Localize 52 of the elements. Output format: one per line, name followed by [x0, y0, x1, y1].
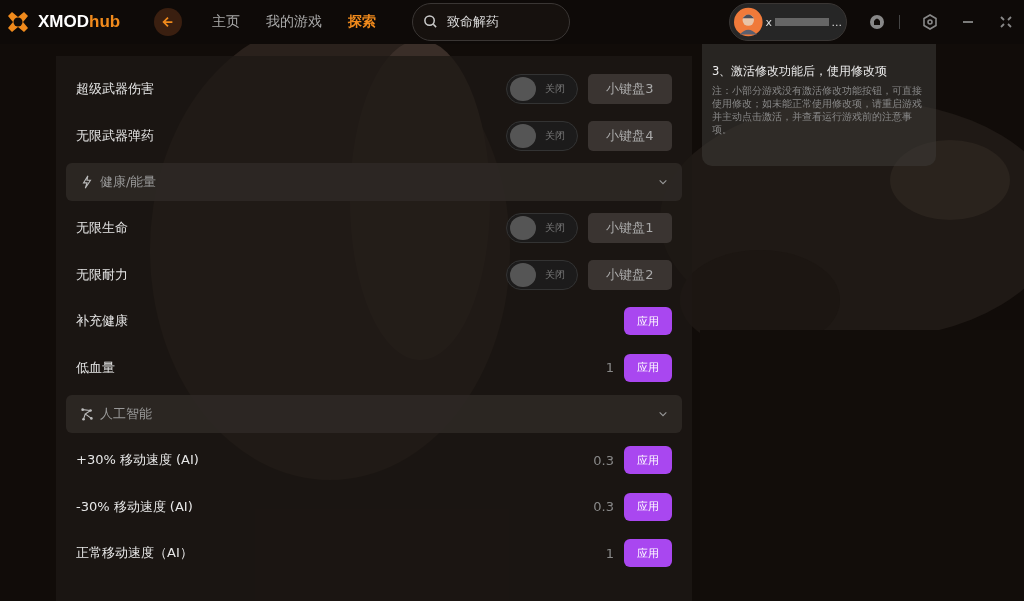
user-chip[interactable]: x ...: [729, 3, 847, 41]
back-button[interactable]: [154, 8, 183, 36]
chevron-icon: [658, 177, 668, 187]
section-header[interactable]: 健康/能量: [66, 163, 682, 201]
section-title: 健康/能量: [100, 173, 158, 191]
value-text: 0.3: [593, 452, 614, 468]
guide-note: 注：小部分游戏没有激活修改功能按钮，可直接使用修改；如未能正常使用修改项，请重启游戏并主动点击激活，并查看运行游戏前的注意事项。: [712, 84, 923, 136]
apply-button[interactable]: 应用: [624, 446, 672, 475]
lightning-icon: [80, 175, 94, 189]
nav-tab[interactable]: 主页: [212, 13, 241, 31]
user-name: x: [765, 15, 773, 29]
cheat-label: 正常移动速度（AI）: [76, 544, 194, 563]
hotkey-button[interactable]: 小键盘4: [588, 120, 672, 151]
cheat-label: 低血量: [76, 358, 116, 377]
logo-text: XMODhub: [38, 12, 121, 32]
hotkey-button[interactable]: 小键盘3: [588, 74, 672, 105]
section-header[interactable]: 人工智能: [66, 395, 682, 433]
user-name-ellipsis: ...: [831, 15, 842, 29]
fullscreen-icon[interactable]: [998, 14, 1014, 30]
value-text: 1: [605, 360, 614, 376]
cheat-label: 补充健康: [76, 312, 129, 331]
nav-tab[interactable]: 探索: [348, 13, 377, 31]
guide-title: 3、激活修改功能后，使用修改项: [712, 64, 889, 79]
cheat-label: 无限生命: [76, 219, 129, 238]
redacted-mark: [775, 18, 829, 26]
cheat-label: -30% 移动速度 (AI): [76, 497, 194, 516]
avatar-icon: [734, 7, 763, 37]
toggle-switch[interactable]: 关闭: [506, 120, 578, 151]
apply-button[interactable]: 应用: [624, 539, 672, 568]
network-icon: [80, 407, 94, 421]
apply-button[interactable]: 应用: [624, 353, 672, 382]
logo-icon: [6, 10, 30, 34]
value-text: 1: [605, 545, 614, 561]
cheat-label: 无限武器弹药: [76, 126, 155, 145]
search-field[interactable]: 致命解药: [412, 3, 571, 41]
toggle-switch[interactable]: 关闭: [506, 74, 578, 105]
toggle-switch[interactable]: 关闭: [506, 259, 578, 290]
apply-button[interactable]: 应用: [624, 492, 672, 521]
value-text: 0.3: [593, 499, 614, 515]
settings-icon[interactable]: [922, 14, 938, 30]
hotkey-button[interactable]: 小键盘2: [588, 259, 672, 290]
toggle-switch[interactable]: 关闭: [506, 213, 578, 244]
cheat-label: +30% 移动速度 (AI): [76, 451, 200, 470]
apply-button[interactable]: 应用: [624, 307, 672, 336]
chevron-icon: [658, 409, 668, 419]
hotkey-button[interactable]: 小键盘1: [588, 213, 672, 244]
section-title: 人工智能: [100, 405, 153, 423]
nav-tab[interactable]: 我的游戏: [266, 13, 323, 31]
bell-icon[interactable]: [869, 14, 885, 30]
cheat-label: 无限耐力: [76, 265, 129, 284]
search-icon: [423, 14, 439, 29]
cheat-label: 超级武器伤害: [76, 80, 155, 99]
